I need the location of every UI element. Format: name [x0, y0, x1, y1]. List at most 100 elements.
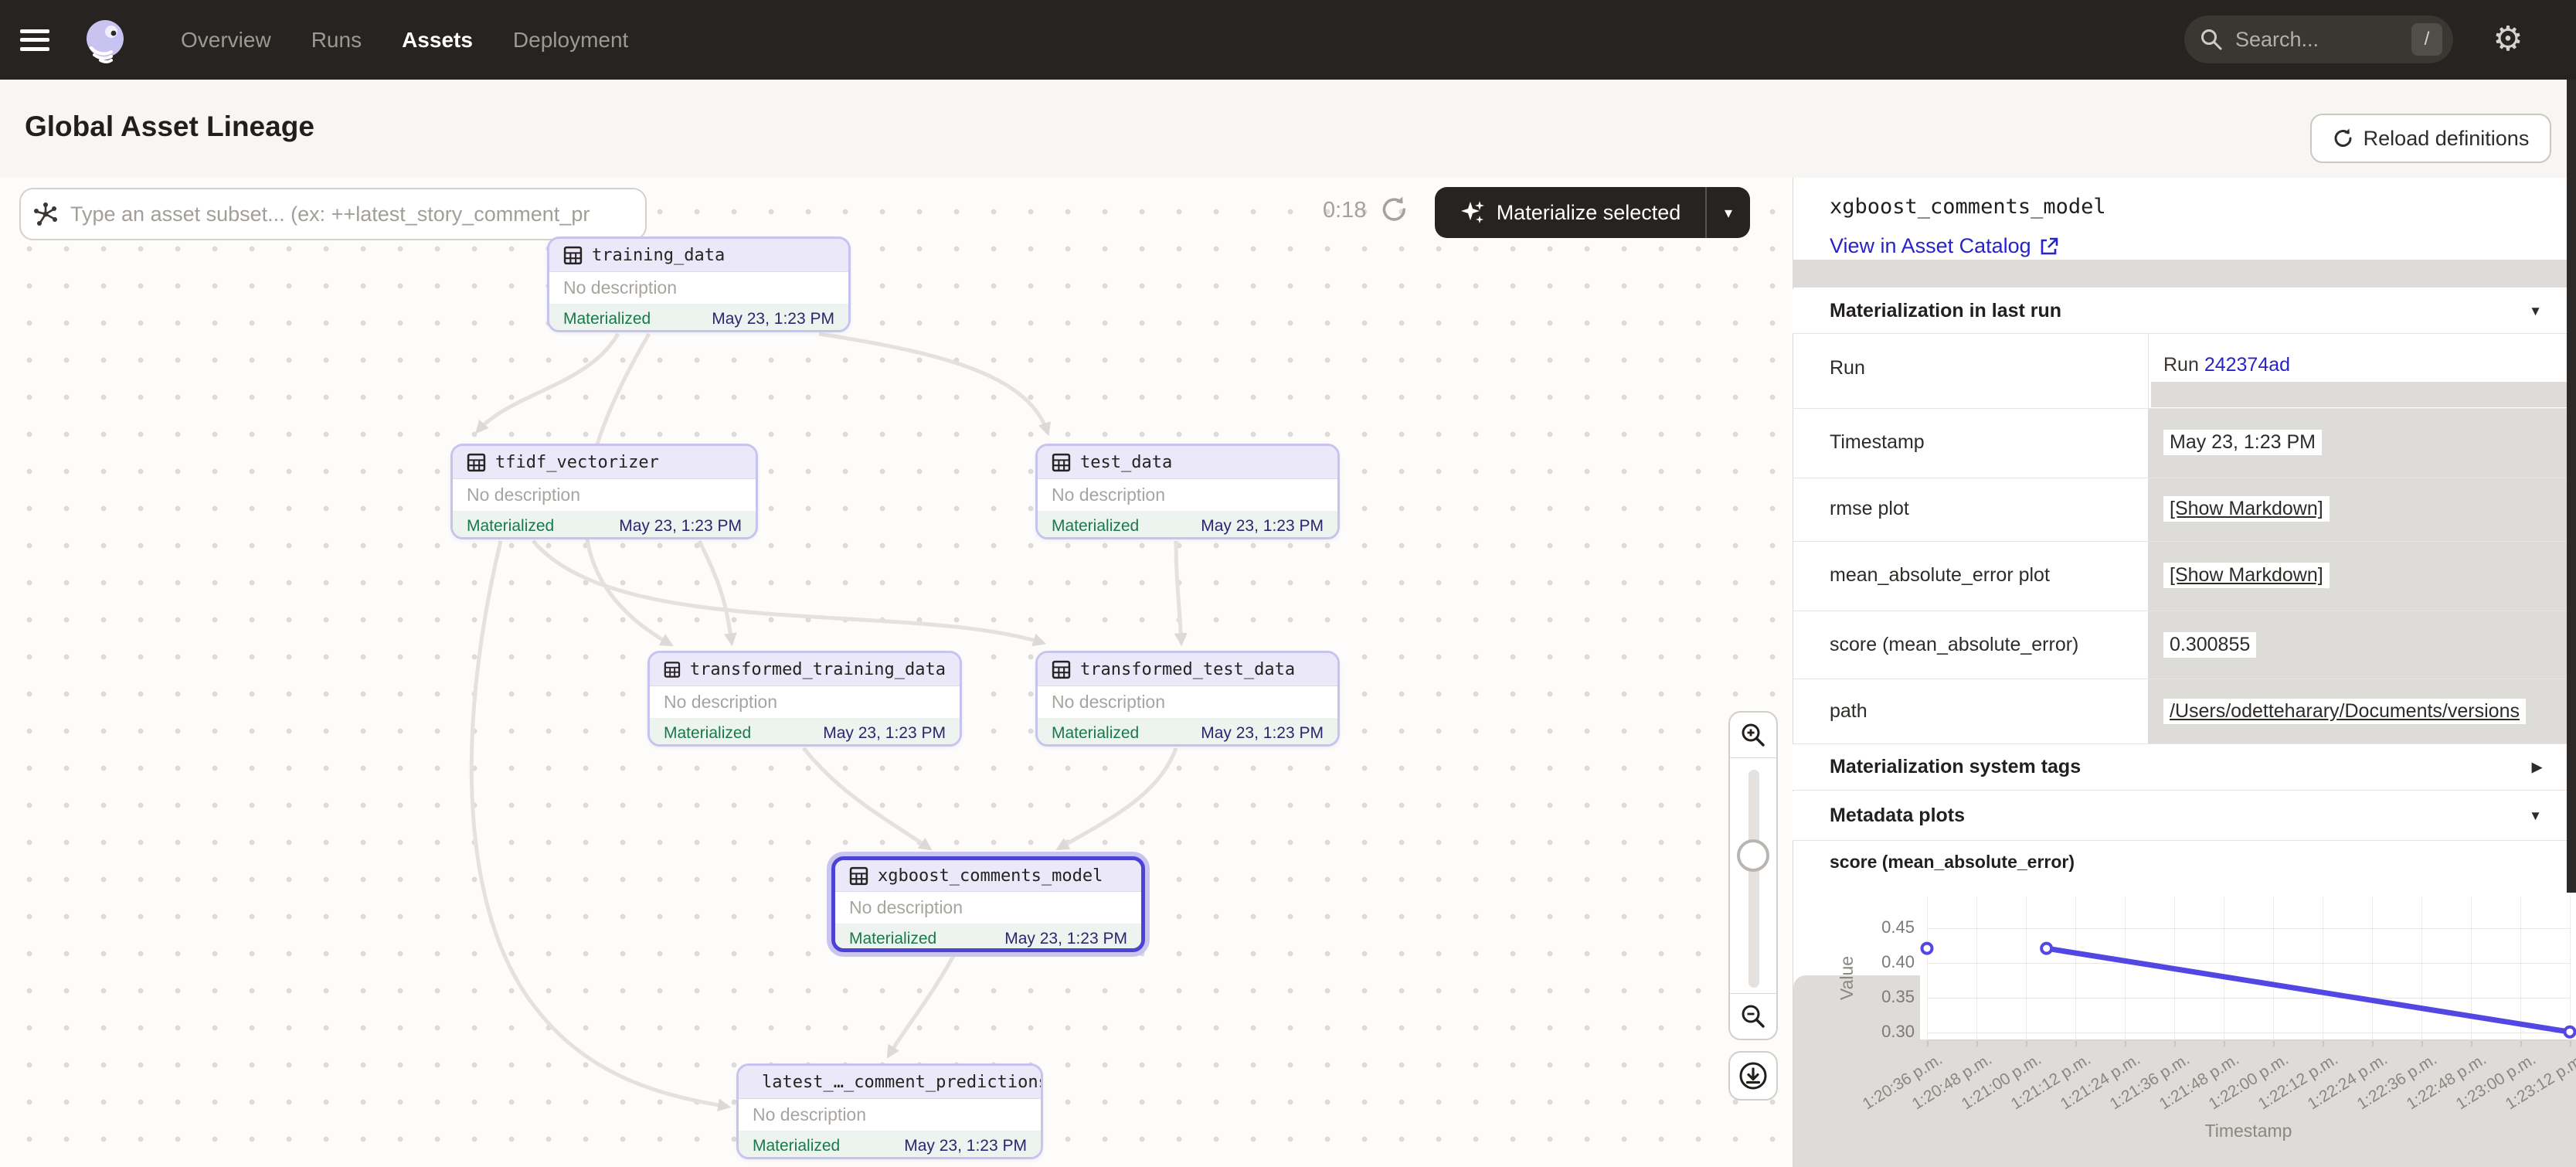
zoom-out-icon	[1739, 1002, 1767, 1030]
materialization-time: May 23, 1:23 PM	[823, 724, 946, 743]
asset-node-training_data[interactable]: training_data No description Materialize…	[547, 236, 851, 332]
mae-show-markdown-link[interactable]: [Show Markdown]	[2163, 563, 2330, 588]
asset-description: No description	[650, 686, 960, 719]
refresh-countdown: 0:18	[1323, 198, 1366, 223]
table-icon	[664, 660, 681, 679]
asset-name: tfidf_vectorizer	[495, 453, 659, 472]
panel-horizontal-scrollbar[interactable]	[1793, 260, 2576, 287]
chevron-right-icon: ▶	[2532, 760, 2542, 775]
status-badge: Materialized	[1052, 724, 1139, 743]
data-point	[1922, 944, 1932, 954]
zoom-in-icon	[1739, 721, 1767, 749]
materialize-selected-button[interactable]: Materialize selected	[1435, 187, 1705, 238]
page-vertical-scrollbar[interactable]	[2567, 80, 2576, 893]
asset-node-test_data[interactable]: test_data No description MaterializedMay…	[1035, 444, 1340, 539]
materialization-time: May 23, 1:23 PM	[619, 517, 742, 536]
path-link[interactable]: /Users/odetteharary/Documents/versions	[2163, 699, 2526, 724]
row-value-run: Run 242374ad	[2163, 354, 2290, 376]
reload-icon	[2333, 128, 2354, 149]
page-title: Global Asset Lineage	[25, 111, 314, 143]
refresh-icon[interactable]	[1380, 195, 1409, 224]
table-icon	[563, 246, 583, 265]
nav-item-overview[interactable]: Overview	[181, 28, 271, 53]
row-value-timestamp: May 23, 1:23 PM	[2163, 430, 2322, 455]
status-badge: Materialized	[753, 1137, 840, 1155]
op-selector-icon	[33, 202, 58, 226]
top-nav: Overview Runs Assets Deployment Search..…	[0, 0, 2576, 80]
table-icon	[467, 453, 486, 472]
zoom-out-button[interactable]	[1730, 993, 1776, 1039]
row-label-rmse-plot: rmse plot	[1830, 498, 1909, 520]
nav-item-assets[interactable]: Assets	[402, 28, 473, 53]
panel-asset-title: xgboost_comments_model	[1830, 195, 2106, 219]
asset-node-transformed_training_data[interactable]: transformed_training_data No description…	[647, 651, 962, 747]
run-row-scrollbar[interactable]	[2151, 382, 2576, 407]
search-placeholder: Search...	[2235, 28, 2319, 52]
asset-name: training_data	[592, 246, 725, 265]
page-header	[0, 80, 2576, 179]
download-graph-button[interactable]	[1728, 1051, 1778, 1101]
asset-name: test_data	[1080, 453, 1172, 472]
status-badge: Materialized	[1052, 517, 1139, 536]
section-materialization-system-tags[interactable]: Materialization system tags ▶	[1793, 744, 2576, 791]
download-icon	[1737, 1060, 1769, 1092]
asset-name: xgboost_comments_model	[878, 866, 1103, 886]
materialization-time: May 23, 1:23 PM	[1201, 517, 1324, 536]
chevron-down-icon: ▼	[2529, 808, 2542, 824]
zoom-in-button[interactable]	[1730, 713, 1776, 758]
table-icon	[849, 866, 868, 886]
metadata-plot-title: score (mean_absolute_error)	[1830, 852, 2075, 873]
chevron-down-icon: ▼	[2529, 304, 2542, 319]
asset-graph-canvas[interactable]: 0:18 Materialize selected ▾ training_dat…	[0, 178, 1793, 1167]
search-shortcut-badge: /	[2411, 23, 2442, 56]
status-badge: Materialized	[849, 930, 936, 948]
dagster-logo-icon[interactable]	[80, 15, 130, 65]
data-point	[2041, 944, 2051, 954]
materialization-time: May 23, 1:23 PM	[712, 310, 834, 328]
status-badge: Materialized	[664, 724, 751, 743]
zoom-controls	[1728, 711, 1778, 1040]
x-axis-title: Timestamp	[2194, 1121, 2302, 1141]
hamburger-menu-icon[interactable]	[20, 29, 49, 51]
view-in-asset-catalog-link[interactable]: View in Asset Catalog	[1830, 234, 2059, 258]
asset-node-latest_comment_predictions[interactable]: latest_…_comment_predictions No descript…	[736, 1063, 1043, 1159]
nav-links: Overview Runs Assets Deployment	[181, 28, 628, 53]
materialization-time: May 23, 1:23 PM	[1004, 930, 1127, 948]
table-icon	[1052, 453, 1071, 472]
section-materialization-last-run[interactable]: Materialization in last run ▼	[1793, 289, 2576, 334]
materialize-options-caret[interactable]: ▾	[1705, 187, 1750, 238]
row-label-mae-plot: mean_absolute_error plot	[1830, 564, 2050, 587]
reload-definitions-button[interactable]: Reload definitions	[2310, 114, 2551, 163]
nav-item-runs[interactable]: Runs	[311, 28, 362, 53]
settings-gear-icon[interactable]: ⚙	[2489, 17, 2527, 62]
sparkle-icon	[1460, 199, 1486, 226]
section-metadata-plots[interactable]: Metadata plots ▼	[1793, 791, 2576, 841]
zoom-slider-track[interactable]	[1748, 770, 1759, 988]
search-icon	[2200, 28, 2223, 51]
status-badge: Materialized	[563, 310, 651, 328]
asset-node-transformed_test_data[interactable]: transformed_test_data No description Mat…	[1035, 651, 1340, 747]
chart-series	[1793, 881, 2576, 1067]
rmse-show-markdown-link[interactable]: [Show Markdown]	[2163, 496, 2330, 522]
asset-node-xgboost_comments_model[interactable]: xgboost_comments_model No description Ma…	[831, 856, 1145, 952]
asset-name: transformed_test_data	[1080, 660, 1295, 679]
external-link-icon	[2039, 236, 2059, 257]
asset-description: No description	[835, 892, 1141, 924]
asset-name: latest_…_comment_predictions	[762, 1073, 1043, 1092]
asset-node-tfidf_vectorizer[interactable]: tfidf_vectorizer No description Material…	[450, 444, 758, 539]
asset-description: No description	[453, 479, 756, 512]
zoom-slider-thumb[interactable]	[1737, 839, 1769, 872]
nav-item-deployment[interactable]: Deployment	[513, 28, 628, 53]
data-point	[2565, 1027, 2575, 1037]
asset-filter-input[interactable]	[69, 202, 633, 227]
global-search[interactable]: Search... /	[2184, 15, 2453, 63]
asset-name: transformed_training_data	[690, 660, 946, 679]
materialization-time: May 23, 1:23 PM	[904, 1137, 1027, 1155]
row-label-score: score (mean_absolute_error)	[1830, 634, 2078, 656]
asset-filter-bar[interactable]	[19, 188, 647, 240]
run-id-link[interactable]: 242374ad	[2204, 354, 2290, 376]
materialization-time: May 23, 1:23 PM	[1201, 724, 1324, 743]
asset-description: No description	[549, 272, 848, 305]
asset-description: No description	[1038, 686, 1337, 719]
row-label-timestamp: Timestamp	[1830, 431, 1925, 454]
